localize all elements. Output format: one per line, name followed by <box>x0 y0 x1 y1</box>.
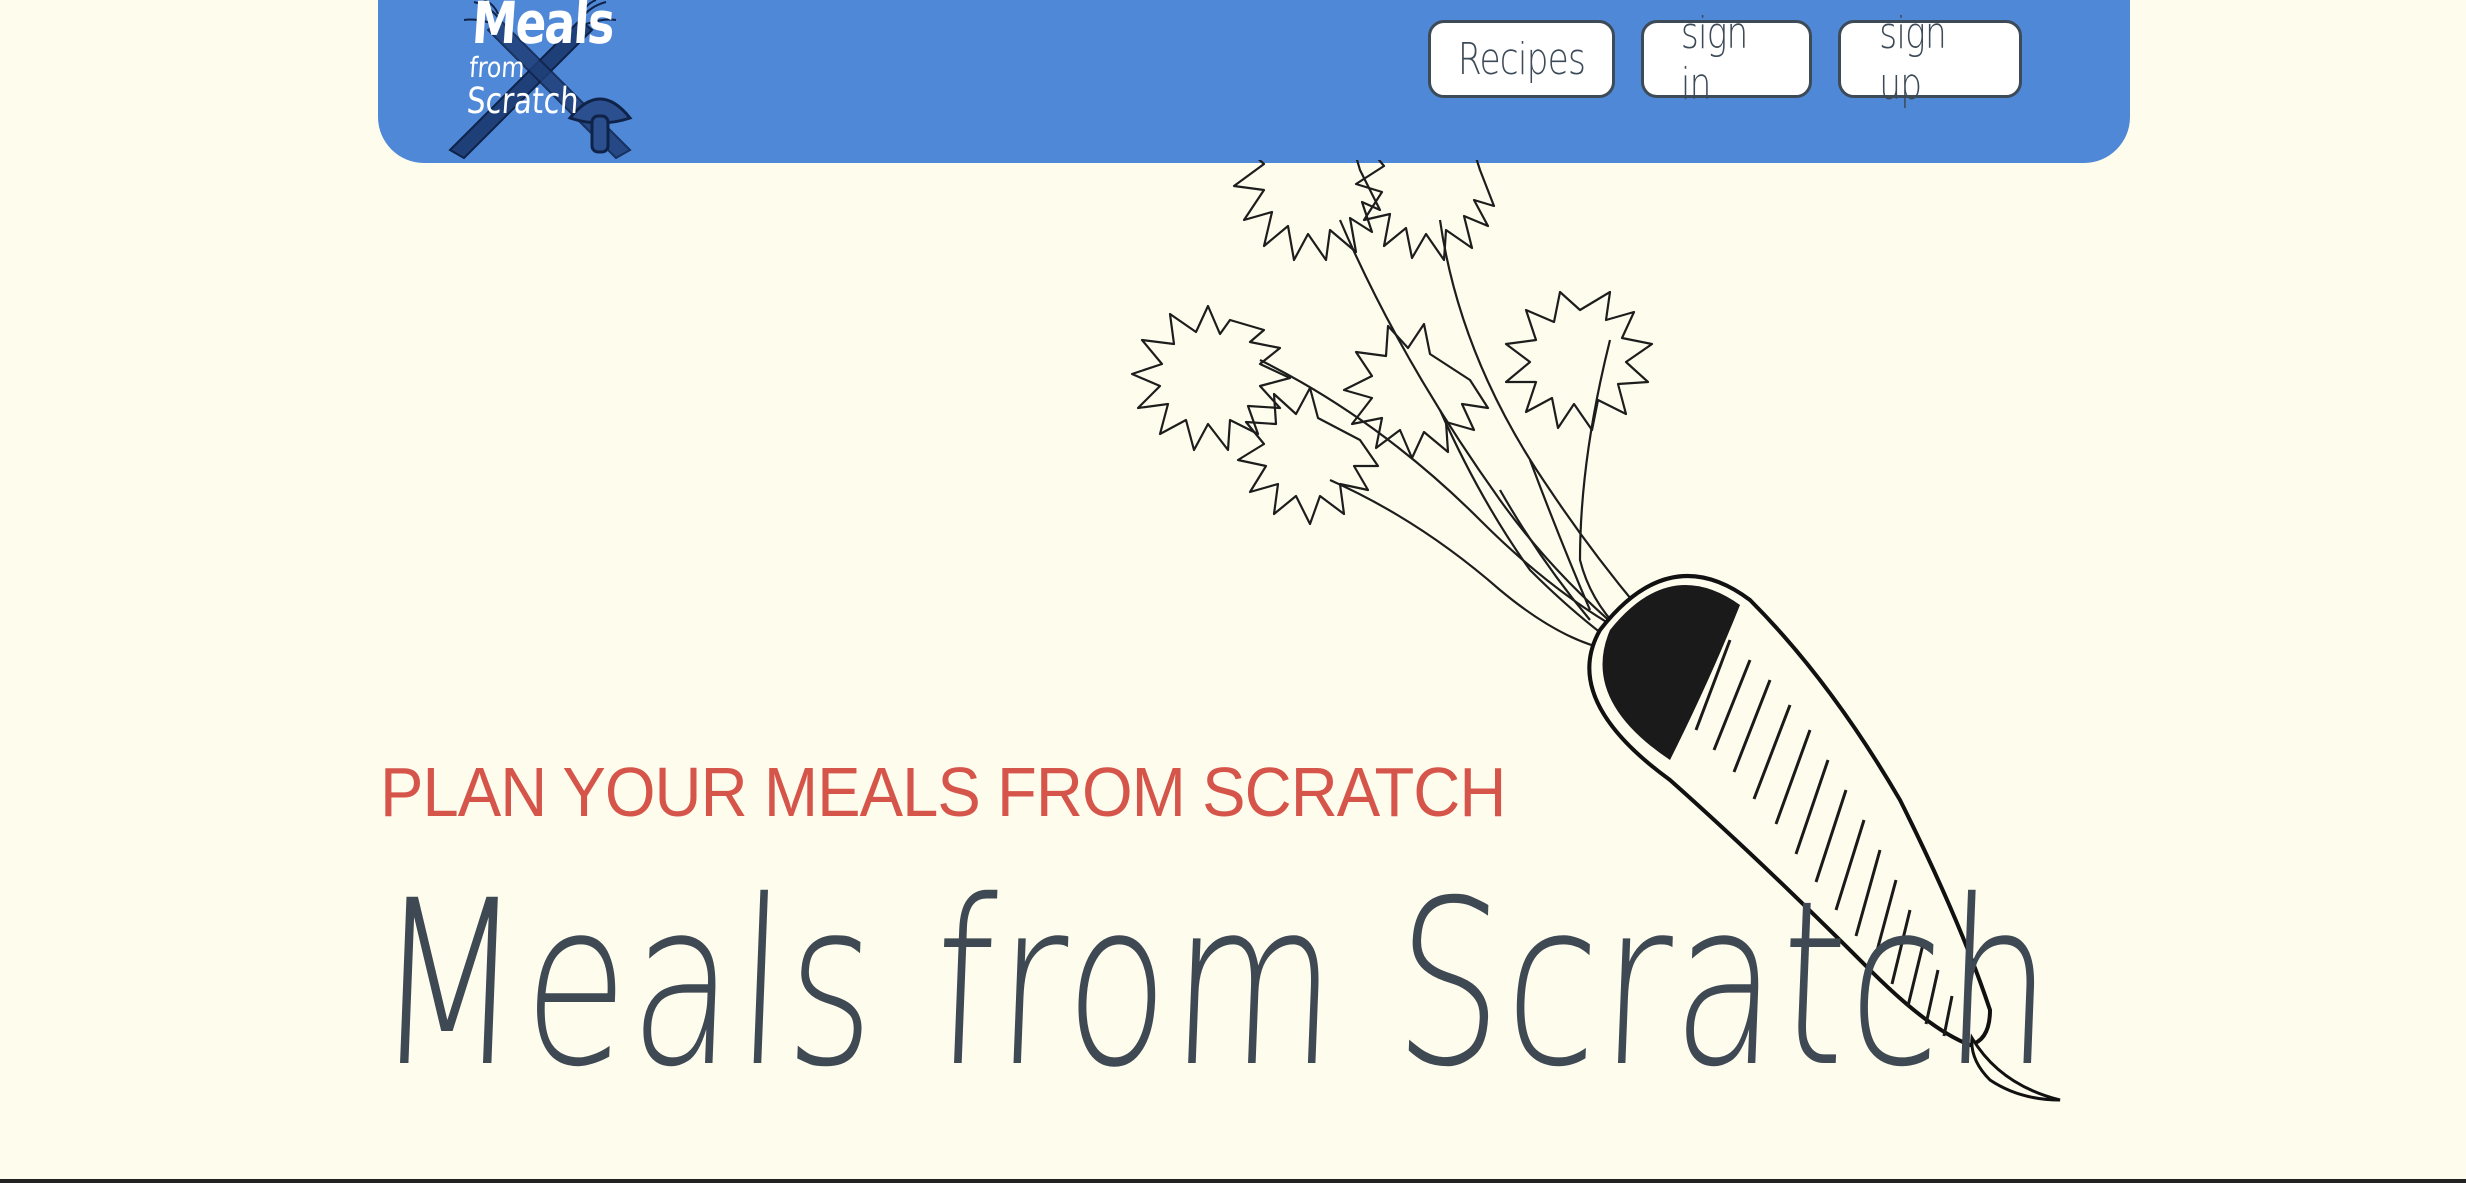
brand-logo[interactable]: Meals from Scratch <box>430 0 645 160</box>
logo-wordmark: Meals from Scratch <box>465 0 655 122</box>
logo-line-from: from <box>468 51 526 84</box>
hero-title: Meals from Scratch <box>370 851 2061 1117</box>
nav-sign-up-label: sign up <box>1879 8 1946 110</box>
logo-line-scratch: Scratch <box>465 81 581 122</box>
nav-sign-in-label: sign in <box>1680 8 1748 110</box>
logo-line-meals: Meals <box>470 0 616 57</box>
hero-subtitle: PLAN YOUR MEALS FROM SCRATCH <box>380 753 1506 831</box>
page-bottom-divider <box>0 1179 2466 1183</box>
nav-sign-up-button[interactable]: sign up <box>1838 8 2022 110</box>
nav-recipes-label: Recipes <box>1457 33 1586 85</box>
nav-links: Recipes sign in sign up <box>1428 8 2022 110</box>
top-navbar: Meals from Scratch Recipes sign in sign … <box>378 0 2130 163</box>
nav-sign-in-button[interactable]: sign in <box>1641 8 1812 110</box>
nav-recipes-button[interactable]: Recipes <box>1428 20 1615 98</box>
